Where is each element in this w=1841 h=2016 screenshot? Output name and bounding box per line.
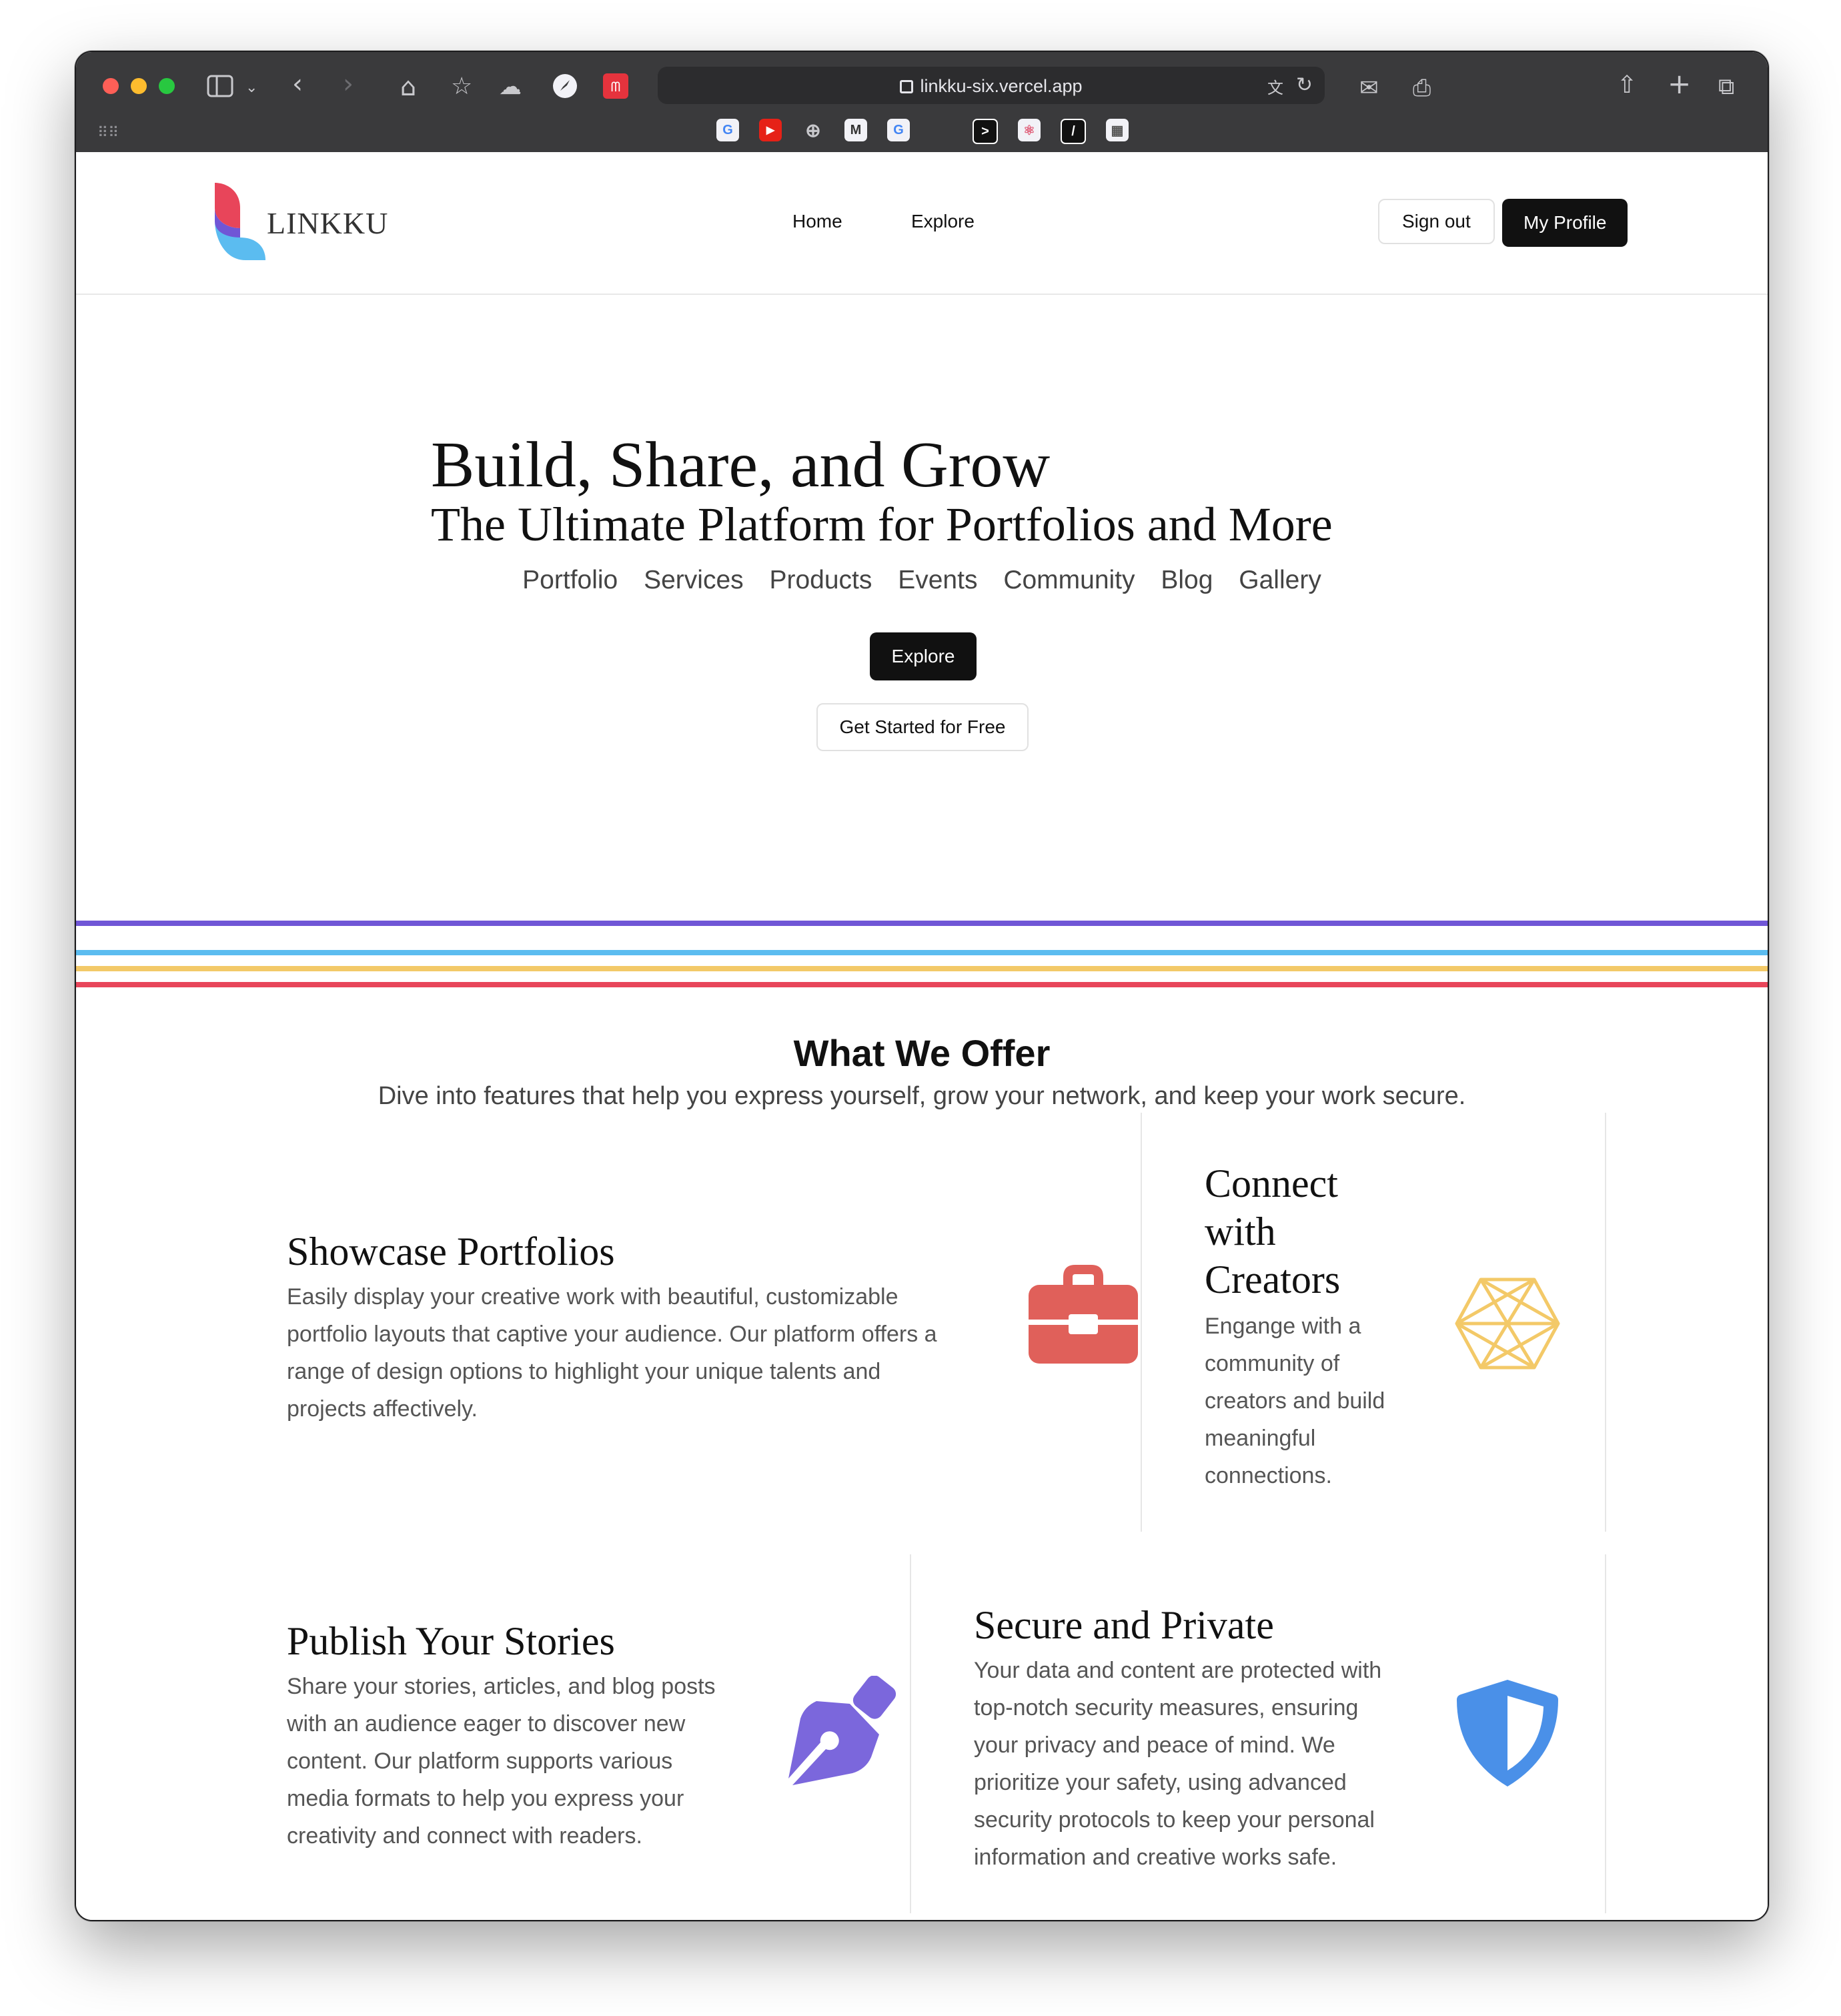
category-blog: Blog [1161, 566, 1213, 594]
favorite-terminal-icon[interactable]: > [973, 119, 998, 144]
mail-icon[interactable]: ✉ [1359, 75, 1379, 101]
shield-icon [1454, 1678, 1561, 1791]
minimize-window-button[interactable] [131, 78, 147, 94]
compass-icon[interactable] [552, 73, 578, 99]
category-portfolio: Portfolio [522, 566, 618, 594]
stripe-red [76, 982, 1768, 987]
zoom-window-button[interactable] [159, 78, 175, 94]
favorite-react-icon[interactable]: ⚛ [1018, 119, 1041, 141]
hero-title: Build, Share, and Grow [431, 429, 1051, 501]
window-controls [103, 78, 175, 94]
my-profile-button[interactable]: My Profile [1502, 199, 1628, 247]
get-started-button[interactable]: Get Started for Free [816, 703, 1029, 751]
feature-title: Publish Your Stories [287, 1619, 615, 1663]
feature-description: Share your stories, articles, and blog p… [287, 1674, 716, 1849]
briefcase-icon [1029, 1262, 1138, 1367]
home-icon[interactable]: ⌂ [400, 73, 416, 100]
hero-explore-button[interactable]: Explore [870, 632, 977, 680]
logo-wordmark[interactable]: LINKKU [267, 205, 388, 241]
favorite-apple-icon[interactable] [930, 119, 953, 141]
favorite-google-icon[interactable]: G [716, 119, 739, 141]
url-text: linkku-six.vercel.app [920, 76, 1083, 96]
feature-description: Your data and content are protected with… [974, 1658, 1382, 1870]
linkku-logo-icon[interactable] [213, 181, 267, 262]
new-tab-plus-icon[interactable]: + [1668, 70, 1691, 98]
category-services: Services [644, 566, 744, 594]
nav-home-link[interactable]: Home [792, 211, 842, 232]
nav-explore-link[interactable]: Explore [911, 211, 975, 232]
category-list: Portfolio Services Products Events Commu… [76, 566, 1768, 595]
category-gallery: Gallery [1239, 566, 1321, 594]
svg-text:ᗰ: ᗰ [611, 79, 620, 95]
forward-arrow-icon[interactable]: › [343, 71, 354, 97]
feature-divider [1141, 1113, 1142, 1532]
bookmark-star-icon[interactable]: ☆ [451, 73, 472, 100]
reload-icon[interactable]: ↻ [1296, 72, 1313, 99]
browser-toolbar: ⌄ ‹ › ⌂ ☆ ☁ ᗰ ☰ linkku-six.vercel.app ↻ … [76, 52, 1768, 152]
share-icon[interactable]: ⇧ [1617, 72, 1637, 99]
apps-grid-icon[interactable]: ⠿⠿ [97, 124, 119, 141]
feature-divider [910, 1554, 911, 1913]
site-header: LINKKU Home Explore Sign out My Profile [76, 152, 1768, 295]
lock-icon [900, 80, 914, 93]
favorites-bar: G ▶ ⊕ M G > ⚛ / ▦ [716, 119, 1129, 144]
feature-divider [1605, 1554, 1606, 1913]
feature-description: Engange with a community of creators and… [1205, 1314, 1385, 1488]
extension-icon[interactable]: ᗰ [603, 73, 628, 99]
feature-divider [1605, 1113, 1606, 1532]
stripe-purple [76, 921, 1768, 926]
offer-subtitle: Dive into features that help you express… [378, 1082, 1466, 1110]
offer-title: What We Offer [793, 1032, 1051, 1074]
category-community: Community [1003, 566, 1135, 594]
pen-nib-icon [786, 1675, 896, 1790]
favorite-google-2-icon[interactable]: G [887, 119, 910, 141]
stripe-blue [76, 950, 1768, 955]
feature-description: Easily display your creative work with b… [287, 1284, 937, 1422]
close-window-button[interactable] [103, 78, 119, 94]
print-icon[interactable]: ⎙ [1413, 75, 1431, 101]
cloud-icon[interactable]: ☁ [499, 73, 522, 100]
translate-icon[interactable]: 文 [1267, 75, 1283, 101]
back-arrow-icon[interactable]: ‹ [292, 71, 303, 97]
stripe-yellow [76, 966, 1768, 971]
feature-title: Showcase Portfolios [287, 1229, 615, 1274]
feature-title: Connect with Creators [1205, 1161, 1341, 1302]
favorite-youtube-icon[interactable]: ▶ [759, 119, 782, 141]
address-bar[interactable]: linkku-six.vercel.app ↻ 文 [658, 67, 1325, 104]
network-hexagon-icon [1454, 1277, 1561, 1374]
favorite-grid-icon[interactable]: ▦ [1106, 119, 1129, 141]
sidebar-icon[interactable] [207, 75, 233, 97]
favorite-globe-icon[interactable]: ⊕ [802, 119, 824, 141]
category-events: Events [898, 566, 978, 594]
sign-out-button[interactable]: Sign out [1378, 199, 1495, 244]
category-products: Products [769, 566, 872, 594]
hero-subtitle: The Ultimate Platform for Portfolios and… [431, 498, 1333, 551]
favorite-medium-icon[interactable]: M [844, 119, 867, 141]
chevron-down-icon[interactable]: ⌄ [245, 75, 257, 101]
web-page: LINKKU Home Explore Sign out My Profile … [76, 152, 1768, 1920]
feature-title: Secure and Private [974, 1603, 1274, 1647]
browser-window: ⌄ ‹ › ⌂ ☆ ☁ ᗰ ☰ linkku-six.vercel.app ↻ … [75, 51, 1769, 1921]
favorite-slash-icon[interactable]: / [1061, 119, 1086, 144]
tab-overview-icon[interactable]: ⧉ [1718, 73, 1734, 100]
